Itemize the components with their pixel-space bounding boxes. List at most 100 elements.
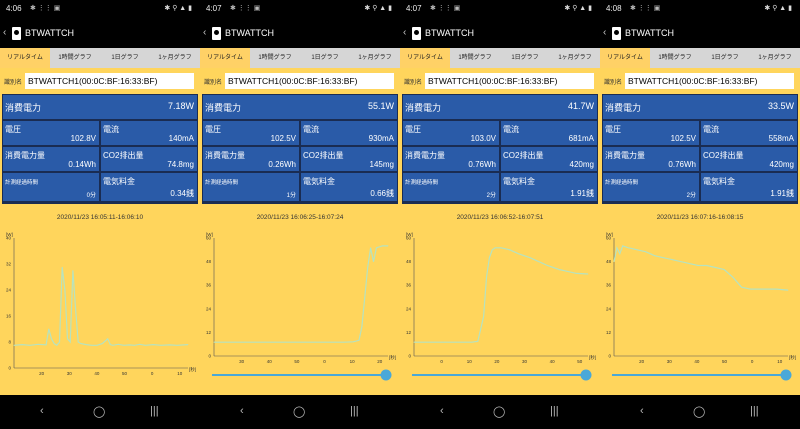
data-point — [72, 270, 74, 271]
power-cell-label: 消費電力 — [205, 103, 242, 113]
y-tick-label: 60 — [606, 236, 612, 241]
y-tick-label: 24 — [606, 306, 612, 311]
readings-panel: 消費電力 7.18W 電圧 102.8V 電流 140mA 消費電力量 0.14Wh CO2排出… — [2, 94, 198, 204]
slider-thumb[interactable] — [780, 369, 792, 381]
nav-back-icon[interactable]: ‹ — [40, 405, 44, 417]
tab-hour[interactable]: 1時間グラフ — [250, 48, 300, 68]
elapsed-cell-label: 計測経過時間 — [5, 180, 39, 186]
data-point — [51, 338, 52, 340]
x-tick-label: 50 — [122, 371, 128, 376]
current-cell-label: 電流 — [103, 125, 119, 134]
device-id-field[interactable]: BTWATTCH1(00:0C:BF:16:33:BF) — [425, 73, 594, 89]
data-point — [471, 341, 473, 343]
nav-home-icon[interactable]: ◯ — [693, 405, 705, 418]
x-axis-title: [秒] — [789, 354, 796, 361]
readings-panel: 消費電力 33.5W 電圧 102.5V 電流 558mA 消費電力量 0.76Wh CO2排出… — [602, 94, 798, 204]
line-chart: [W] [秒] 60 48 36 24 12 0 20 30 40 50 0 10 — [600, 228, 800, 388]
tab-day[interactable]: 1日グラフ — [300, 48, 350, 68]
data-point — [139, 343, 141, 345]
data-point — [110, 344, 111, 345]
tab-month[interactable]: 1ヶ月グラフ — [150, 48, 200, 68]
cost-cell-value: 0.34銭 — [170, 189, 194, 198]
energy-cell-label: 消費電力量 — [605, 151, 645, 160]
device-id-field[interactable]: BTWATTCH1(00:0C:BF:16:33:BF) — [625, 73, 794, 89]
tab-month[interactable]: 1ヶ月グラフ — [550, 48, 600, 68]
status-time: 4:06 — [6, 4, 22, 13]
slider-thumb[interactable] — [580, 369, 592, 381]
cost-cell: 電気料金 1.91銭 — [501, 173, 597, 201]
x-tick-label: 40 — [550, 359, 556, 364]
nav-back-icon[interactable]: ‹ — [640, 405, 644, 417]
data-point — [56, 344, 58, 346]
tab-realtime[interactable]: リアルタイム — [0, 48, 50, 68]
cost-cell-label: 電気料金 — [703, 177, 735, 186]
co2-cell-label: CO2排出量 — [303, 151, 344, 160]
elapsed-cell: 計測経過時間 0分 — [3, 173, 99, 201]
back-chevron-icon[interactable]: ‹ — [3, 27, 6, 38]
x-tick-label: 30 — [67, 371, 73, 376]
back-chevron-icon[interactable]: ‹ — [403, 27, 406, 38]
elapsed-cell-value: 1分 — [286, 193, 296, 199]
data-point — [187, 344, 189, 345]
line-chart: [W] [秒] 60 48 36 24 12 0 30 40 50 0 10 20 — [200, 228, 400, 388]
y-tick-label: 12 — [206, 330, 212, 335]
tab-day[interactable]: 1日グラフ — [100, 48, 150, 68]
cost-cell-value: 0.66銭 — [370, 189, 394, 198]
tab-month[interactable]: 1ヶ月グラフ — [750, 48, 800, 68]
phone-screen: 4:06 ✱ ⋮⋮ ▣ ✱ ⚲ ▲ ▮ ‹ BTWATTCH リアルタイム 1時間グラフ 1日… — [0, 0, 200, 429]
co2-cell-value: 74.8mg — [167, 160, 194, 169]
nav-back-icon[interactable]: ‹ — [440, 405, 444, 417]
data-point — [370, 247, 371, 249]
data-point — [96, 344, 98, 346]
power-cell-label: 消費電力 — [405, 103, 442, 113]
x-tick-label: 10 — [777, 359, 783, 364]
tab-hour[interactable]: 1時間グラフ — [450, 48, 500, 68]
tab-hour[interactable]: 1時間グラフ — [650, 48, 700, 68]
slider-thumb[interactable] — [380, 369, 392, 381]
data-point — [242, 341, 244, 343]
co2-cell-label: CO2排出量 — [503, 151, 544, 160]
data-point — [636, 249, 638, 251]
nav-home-icon[interactable]: ◯ — [293, 405, 305, 418]
voltage-cell: 電圧 102.5V — [203, 121, 299, 145]
tab-month[interactable]: 1ヶ月グラフ — [350, 48, 400, 68]
nav-back-icon[interactable]: ‹ — [240, 405, 244, 417]
data-point — [628, 247, 629, 249]
app-logo-icon — [12, 27, 21, 40]
device-id-field[interactable]: BTWATTCH1(00:0C:BF:16:33:BF) — [225, 73, 394, 89]
data-point — [442, 341, 444, 343]
back-chevron-icon[interactable]: ‹ — [203, 27, 206, 38]
nav-recent-icon[interactable]: ||| — [350, 405, 359, 417]
tab-bar: リアルタイム 1時間グラフ 1日グラフ 1ヶ月グラフ — [200, 48, 400, 68]
co2-cell: CO2排出量 420mg — [701, 147, 797, 171]
data-point — [715, 267, 716, 268]
tab-day[interactable]: 1日グラフ — [700, 48, 750, 68]
voltage-cell-label: 電圧 — [205, 125, 221, 134]
y-tick-label: 0 — [408, 354, 411, 359]
x-tick-label: 20 — [639, 359, 645, 364]
nav-recent-icon[interactable]: ||| — [550, 405, 559, 417]
energy-cell-label: 消費電力量 — [5, 151, 45, 160]
voltage-cell: 電圧 102.5V — [603, 121, 699, 145]
tab-realtime[interactable]: リアルタイム — [600, 48, 650, 68]
tab-hour[interactable]: 1時間グラフ — [50, 48, 100, 68]
back-chevron-icon[interactable]: ‹ — [603, 27, 606, 38]
tab-day[interactable]: 1日グラフ — [500, 48, 550, 68]
co2-cell-value: 420mg — [769, 160, 794, 169]
time-range: 2020/11/23 16:06:25-16:07:24 — [256, 214, 344, 221]
nav-recent-icon[interactable]: ||| — [750, 405, 759, 417]
data-point — [654, 255, 655, 257]
signal-wifi-battery-icons: ✱ ⚲ ▲ ▮ — [764, 5, 792, 12]
data-point — [160, 344, 162, 346]
nav-home-icon[interactable]: ◯ — [493, 405, 505, 418]
tab-realtime[interactable]: リアルタイム — [400, 48, 450, 68]
app-bar: ‹ BTWATTCH — [200, 24, 400, 46]
data-point — [457, 341, 458, 343]
x-tick-label: 0 — [151, 371, 154, 376]
nav-home-icon[interactable]: ◯ — [93, 405, 105, 418]
device-id-field[interactable]: BTWATTCH1(00:0C:BF:16:33:BF) — [25, 73, 194, 89]
data-point — [59, 341, 60, 343]
data-point — [500, 247, 502, 249]
nav-recent-icon[interactable]: ||| — [150, 405, 159, 417]
tab-realtime[interactable]: リアルタイム — [200, 48, 250, 68]
